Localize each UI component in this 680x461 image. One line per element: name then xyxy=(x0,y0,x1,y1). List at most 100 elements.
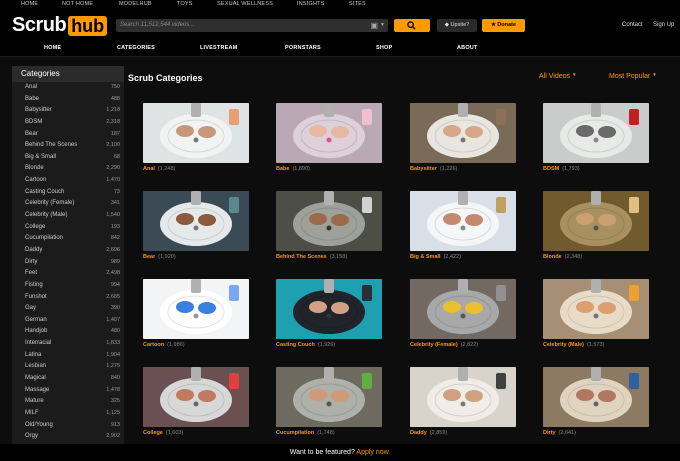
sidebar-item[interactable]: Feet 2,498 xyxy=(12,268,124,280)
category-tile[interactable]: Celebrity (Female) (2,822) xyxy=(410,279,516,350)
nav-pornstars[interactable]: PORNSTARS xyxy=(285,40,321,57)
category-tile[interactable]: Babysitter (1,226) xyxy=(410,103,516,174)
sidebar-item[interactable]: Magical 840 xyxy=(12,373,124,385)
topnav-toys[interactable]: TOYS xyxy=(177,0,193,9)
category-name[interactable]: Cucumpilation xyxy=(276,430,314,436)
nav-categories[interactable]: CATEGORIES xyxy=(117,40,155,57)
topnav-sexual-wellness[interactable]: SEXUAL WELLNESS xyxy=(217,0,273,9)
signup-link[interactable]: Sign Up xyxy=(653,19,674,32)
category-thumbnail[interactable] xyxy=(143,279,249,339)
category-thumbnail[interactable] xyxy=(543,191,649,251)
category-tile[interactable]: Blonde (2,348) xyxy=(543,191,649,262)
category-tile[interactable]: BDSM (1,793) xyxy=(543,103,649,174)
category-name[interactable]: Big & Small xyxy=(410,254,441,260)
sidebar-item[interactable]: BDSM 2,318 xyxy=(12,117,124,129)
category-thumbnail[interactable] xyxy=(143,367,249,427)
topnav-home[interactable]: HOME xyxy=(21,0,38,9)
filter-all-videos[interactable]: All Videos ▼ xyxy=(539,72,576,80)
category-tile[interactable]: Bear (1,920) xyxy=(143,191,249,262)
sidebar-item[interactable]: Mature 325 xyxy=(12,396,124,408)
site-logo[interactable]: Scrub hub xyxy=(12,14,108,36)
sidebar-item[interactable]: Big & Small 68 xyxy=(12,152,124,164)
sidebar-item[interactable]: MILF 1,125 xyxy=(12,408,124,420)
category-name[interactable]: Babe xyxy=(276,166,289,172)
category-tile[interactable]: Behind The Scenes (3,158) xyxy=(276,191,382,262)
sidebar-item[interactable]: Interracial 1,833 xyxy=(12,338,124,350)
category-name[interactable]: Bear xyxy=(143,254,155,260)
category-tile[interactable]: College (1,603) xyxy=(143,367,249,438)
sidebar-item[interactable]: Massage 1,478 xyxy=(12,385,124,397)
category-thumbnail[interactable] xyxy=(410,279,516,339)
sidebar-item[interactable]: Lesbian 1,275 xyxy=(12,361,124,373)
category-thumbnail[interactable] xyxy=(543,279,649,339)
category-name[interactable]: Celebrity (Male) xyxy=(543,342,584,348)
contact-link[interactable]: Contact xyxy=(622,19,643,32)
nav-livestream[interactable]: LIVESTREAM xyxy=(200,40,237,57)
sidebar-item[interactable]: College 193 xyxy=(12,222,124,234)
sidebar-item[interactable]: Funshot 2,685 xyxy=(12,292,124,304)
category-thumbnail[interactable] xyxy=(410,367,516,427)
filter-most-popular[interactable]: Most Popular ▼ xyxy=(609,72,657,80)
category-tile[interactable]: Cartoon (1,986) xyxy=(143,279,249,350)
category-tile[interactable]: Big & Small (2,422) xyxy=(410,191,516,262)
sidebar-item[interactable]: Blonde 2,290 xyxy=(12,163,124,175)
apply-now-link[interactable]: Apply now. xyxy=(356,449,390,456)
category-thumbnail[interactable] xyxy=(410,191,516,251)
category-tile[interactable]: Casting Couch (1,926) xyxy=(276,279,382,350)
category-name[interactable]: Babysitter xyxy=(410,166,437,172)
topnav-insights[interactable]: INSIGHTS xyxy=(297,0,325,9)
category-thumbnail[interactable] xyxy=(276,367,382,427)
search-input[interactable]: Search 11,512,544 videos... ▣ ▼ xyxy=(116,19,388,32)
sidebar-item[interactable]: Cartoon 1,470 xyxy=(12,175,124,187)
category-name[interactable]: Behind The Scenes xyxy=(276,254,327,260)
category-thumbnail[interactable] xyxy=(276,191,382,251)
category-name[interactable]: BDSM xyxy=(543,166,559,172)
category-thumbnail[interactable] xyxy=(543,367,649,427)
category-thumbnail[interactable] xyxy=(276,279,382,339)
sidebar-item[interactable]: Fisting 994 xyxy=(12,280,124,292)
chevron-down-icon[interactable]: ▼ xyxy=(380,19,385,32)
category-tile[interactable]: Babe (1,890) xyxy=(276,103,382,174)
category-name[interactable]: Anal xyxy=(143,166,155,172)
sidebar-item[interactable]: Gay 390 xyxy=(12,303,124,315)
topnav-modelhub[interactable]: MODELHUB xyxy=(119,0,152,9)
category-tile[interactable]: Anal (1,248) xyxy=(143,103,249,174)
category-thumbnail[interactable] xyxy=(410,103,516,163)
category-tile[interactable]: Celebrity (Male) (1,573) xyxy=(543,279,649,350)
sidebar-item[interactable]: Casting Couch 73 xyxy=(12,187,124,199)
nav-home[interactable]: HOME xyxy=(44,40,61,57)
sidebar-item[interactable]: Dirty 989 xyxy=(12,257,124,269)
sidebar-item[interactable]: Babysitter 1,218 xyxy=(12,105,124,117)
category-name[interactable]: Blonde xyxy=(543,254,562,260)
topnav-sites[interactable]: SITES xyxy=(349,0,366,9)
sidebar-item[interactable]: Handjob 480 xyxy=(12,326,124,338)
category-name[interactable]: Casting Couch xyxy=(276,342,315,348)
search-button[interactable] xyxy=(394,19,430,32)
topnav-not-home[interactable]: NOT HOME xyxy=(62,0,93,9)
sidebar-item[interactable]: Celebrity (Male) 1,540 xyxy=(12,210,124,222)
category-thumbnail[interactable] xyxy=(143,103,249,163)
category-tile[interactable]: Cucumpilation (1,748) xyxy=(276,367,382,438)
category-name[interactable]: Daddy xyxy=(410,430,427,436)
sidebar-item[interactable]: Daddy 2,696 xyxy=(12,245,124,257)
sidebar-item[interactable]: Orgy 2,902 xyxy=(12,431,124,443)
sidebar-item[interactable]: Cucumpilation 842 xyxy=(12,233,124,245)
category-thumbnail[interactable] xyxy=(543,103,649,163)
category-tile[interactable]: Dirty (2,641) xyxy=(543,367,649,438)
category-thumbnail[interactable] xyxy=(276,103,382,163)
sidebar-item[interactable]: Latina 1,904 xyxy=(12,350,124,362)
sidebar-item[interactable]: Celebrity (Female) 341 xyxy=(12,198,124,210)
category-thumbnail[interactable] xyxy=(143,191,249,251)
sidebar-item[interactable]: Anal 750 xyxy=(12,82,124,94)
nav-about[interactable]: ABOUT xyxy=(457,40,478,57)
sidebar-item[interactable]: German 1,407 xyxy=(12,315,124,327)
category-tile[interactable]: Daddy (2,859) xyxy=(410,367,516,438)
category-name[interactable]: Cartoon xyxy=(143,342,164,348)
upsell-button[interactable]: ◆ Upsite? xyxy=(437,19,477,32)
category-name[interactable]: Dirty xyxy=(543,430,556,436)
sidebar-item[interactable]: Old/Young 913 xyxy=(12,420,124,432)
sidebar-item[interactable]: Babe 488 xyxy=(12,94,124,106)
camera-icon[interactable]: ▣ xyxy=(370,20,378,31)
donate-button[interactable]: ★ Donate xyxy=(482,19,525,32)
sidebar-item[interactable]: Bear 187 xyxy=(12,129,124,141)
